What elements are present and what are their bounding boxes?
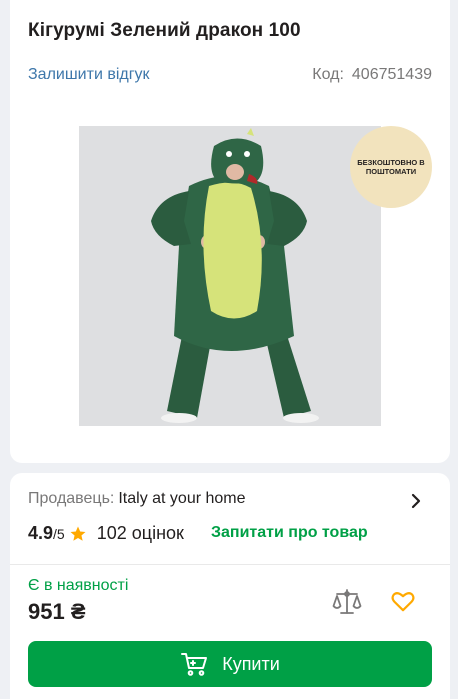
product-header-card: Кігурумі Зелений дракон 100 Залишити від… [10, 0, 450, 463]
star-icon [70, 526, 86, 541]
leave-review-link[interactable]: Залишити відгук [28, 66, 150, 84]
buy-button[interactable]: Купити [28, 641, 432, 687]
divider [10, 564, 450, 565]
heart-icon[interactable] [390, 588, 416, 614]
free-delivery-badge: БЕЗКОШТОВНО В ПОШТОМАТИ [350, 126, 432, 208]
rating-out-of: /5 [53, 525, 65, 542]
seller-name: Italy at your home [118, 490, 246, 507]
product-code: Код: 406751439 [312, 66, 432, 84]
rating-count: 102 оцінок [96, 523, 184, 543]
rating-score: 4.9 [28, 523, 54, 543]
availability-status: Є в наявності [28, 577, 129, 594]
compare-scales-icon[interactable] [332, 587, 362, 617]
buy-button-label: Купити [222, 653, 280, 674]
rating-summary[interactable]: 4.9/5 102 оцінок [28, 523, 184, 544]
product-title: Кігурумі Зелений дракон 100 [28, 20, 301, 41]
seller-label: Продавець: [28, 490, 115, 507]
chevron-right-icon[interactable] [408, 491, 424, 511]
product-code-value: 406751439 [351, 66, 432, 83]
ask-about-product-link[interactable]: Запитати про товар [211, 524, 368, 542]
product-price: 951 ₴ [28, 599, 86, 624]
cart-icon [181, 653, 208, 676]
seller-info[interactable]: Продавець: Italy at your home [28, 490, 246, 508]
dragon-kigurumi-illustration [79, 126, 381, 426]
seller-purchase-card: Продавець: Italy at your home 4.9/5 102 о… [10, 473, 450, 699]
product-image[interactable] [79, 126, 381, 426]
product-code-label: Код: [312, 66, 344, 83]
